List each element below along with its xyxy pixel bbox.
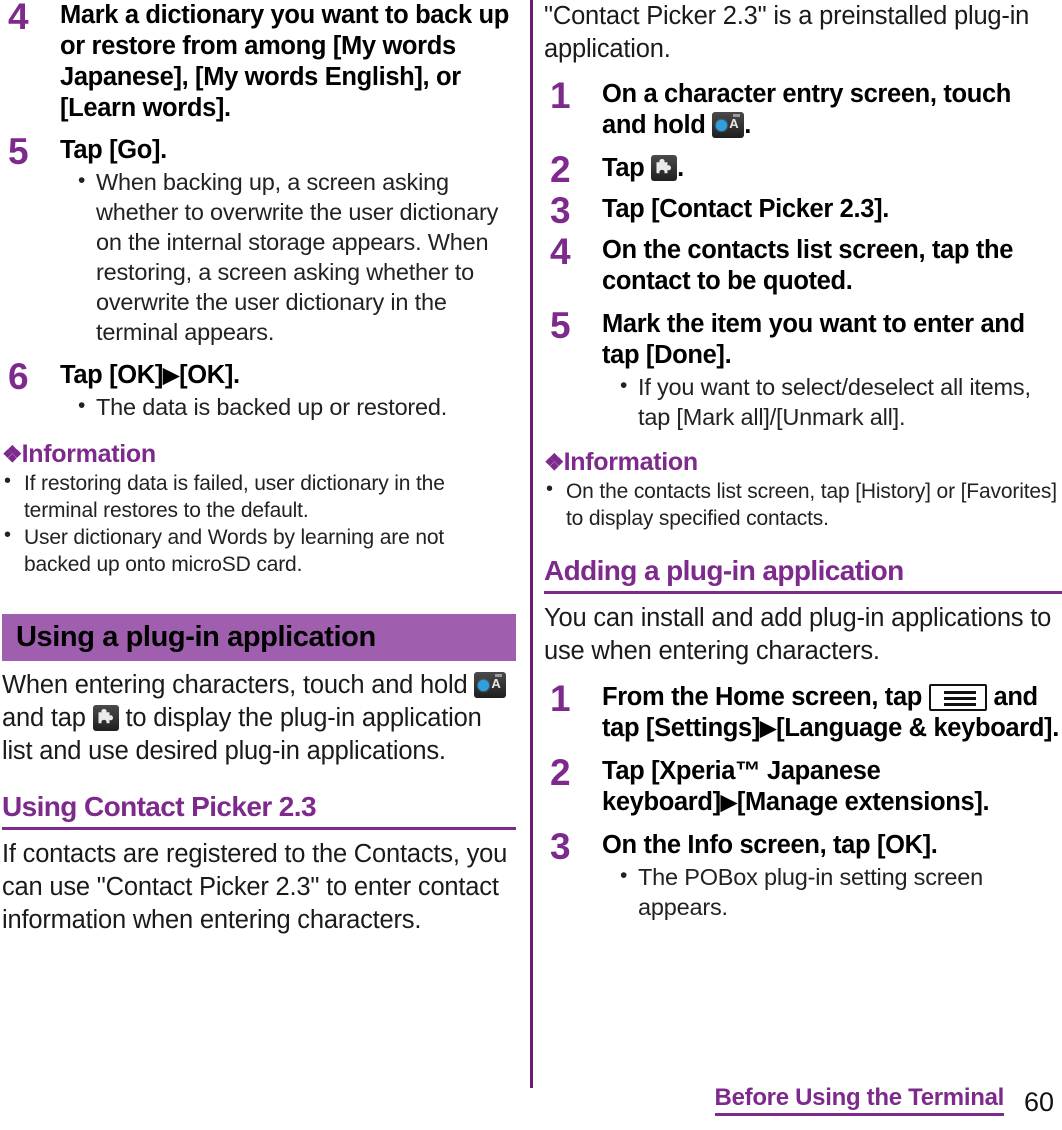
plugin-paragraph-part1: When entering characters, touch and hold — [2, 671, 468, 699]
step-number: 1 — [550, 75, 571, 116]
step-item: 5 Tap [Go]. When backing up, a screen as… — [2, 131, 516, 347]
step-title-post: . — [677, 154, 684, 182]
step-item: 6 Tap [OK]▶[OK]. The data is backed up o… — [2, 356, 516, 422]
information-heading-label: Information — [563, 448, 699, 476]
arrow-icon: ▶ — [162, 364, 180, 387]
step-bullets: When backing up, a screen asking whether… — [60, 166, 516, 347]
contact-picker-paragraph: If contacts are registered to the Contac… — [2, 840, 508, 934]
step-number: 5 — [8, 131, 29, 172]
bullet-item: When backing up, a screen asking whether… — [76, 166, 516, 347]
page-number: 60 — [1023, 1087, 1054, 1117]
arrow-icon: ▶ — [720, 791, 737, 814]
step-item: 5 Mark the item you want to enter and ta… — [544, 305, 1062, 432]
information-list: On the contacts list screen, tap [Histor… — [544, 476, 1062, 532]
plugin-paragraph: When entering characters, touch and hold… — [2, 669, 516, 768]
left-column: 4 Mark a dictionary you want to back up … — [0, 0, 516, 937]
step-title-pre: Tap [OK] — [60, 361, 163, 389]
information-list: If restoring data is failed, user dictio… — [2, 468, 516, 578]
step-title: Tap [Go]. — [60, 136, 167, 164]
information-item: If restoring data is failed, user dictio… — [2, 468, 516, 524]
step-number: 2 — [550, 752, 571, 793]
step-title-post: [OK]. — [179, 361, 240, 389]
right-column: "Contact Picker 2.3" is a preinstalled p… — [544, 0, 1062, 922]
step-title: Tap [OK]▶[OK]. — [60, 360, 516, 391]
step-number: 6 — [8, 356, 29, 397]
bullet-item: The data is backed up or restored. — [76, 391, 516, 422]
step-title-pre: From the Home screen, tap — [602, 683, 922, 711]
input-method-switch-icon: A — [474, 672, 507, 698]
information-heading: ❖Information — [2, 440, 516, 469]
step-number: 2 — [550, 149, 571, 190]
intro-paragraph: "Contact Picker 2.3" is a preinstalled p… — [544, 2, 1030, 63]
step-number: 4 — [550, 231, 571, 272]
diamond-icon: ❖ — [544, 449, 565, 475]
step-title: Tap [Contact Picker 2.3]. — [602, 195, 889, 223]
column-divider — [530, 0, 533, 1088]
information-heading-label: Information — [21, 440, 157, 468]
subsection-heading: Adding a plug-in application — [544, 554, 1062, 594]
puzzle-plugin-icon — [651, 155, 678, 181]
puzzle-plugin-icon — [92, 705, 119, 731]
step-item: 2 Tap [Xperia™ Japanese keyboard]▶[Manag… — [544, 752, 1062, 818]
page-footer: Before Using the Terminal 60 — [0, 1082, 1062, 1126]
diamond-icon: ❖ — [2, 441, 23, 467]
plugin-paragraph-part2: and tap — [2, 704, 86, 732]
step-title: On the Info screen, tap [OK]. — [602, 831, 938, 859]
step-item: 2 Tap . — [544, 151, 1062, 189]
step-title: Tap . — [602, 153, 1062, 184]
information-item: User dictionary and Words by learning ar… — [2, 522, 516, 578]
step-number: 5 — [550, 305, 571, 346]
step-number: 3 — [550, 826, 571, 867]
step-title: On a character entry screen, touch and h… — [602, 79, 1062, 141]
step-bullets: If you want to select/deselect all items… — [602, 371, 1062, 432]
step-title: On the contacts list screen, tap the con… — [602, 236, 1014, 295]
footer-chapter-label: Before Using the Terminal — [714, 1084, 1004, 1116]
step-number: 3 — [550, 190, 571, 231]
subsection-heading: Using Contact Picker 2.3 — [2, 790, 516, 830]
step-title-post: [Manage extensions]. — [736, 788, 990, 816]
step-title: From the Home screen, tap and tap [Setti… — [602, 682, 1062, 744]
step-item: 1 From the Home screen, tap and tap [Set… — [544, 678, 1062, 744]
arrow-icon: ▶ — [760, 717, 777, 740]
manual-page: 4 Mark a dictionary you want to back up … — [0, 0, 1062, 1130]
step-number: 4 — [8, 0, 29, 37]
input-method-switch-icon: A — [712, 112, 745, 138]
step-title-pre: On a character entry screen, touch and h… — [602, 80, 1012, 139]
step-title: Mark a dictionary you want to back up or… — [60, 1, 509, 122]
section-banner-heading: Using a plug-in application — [2, 614, 516, 661]
bullet-item: The POBox plug-in setting screen appears… — [618, 861, 1062, 922]
step-item: 4 On the contacts list screen, tap the c… — [544, 231, 1062, 297]
step-title: Tap [Xperia™ Japanese keyboard]▶[Manage … — [602, 756, 1062, 818]
bullet-item: If you want to select/deselect all items… — [618, 371, 1062, 432]
step-bullets: The POBox plug-in setting screen appears… — [602, 861, 1062, 922]
information-heading: ❖Information — [544, 448, 1062, 477]
step-title-pre: Tap — [602, 154, 645, 182]
step-title-post: [Language & keyboard]. — [776, 714, 1059, 742]
step-title-post: . — [744, 111, 751, 139]
step-title: Mark the item you want to enter and tap … — [602, 310, 1025, 369]
menu-key-icon — [928, 684, 987, 711]
step-item: 1 On a character entry screen, touch and… — [544, 75, 1062, 141]
information-item: On the contacts list screen, tap [Histor… — [544, 476, 1062, 532]
step-item: 3 On the Info screen, tap [OK]. The POBo… — [544, 826, 1062, 922]
step-bullets: The data is backed up or restored. — [60, 391, 516, 422]
step-number: 1 — [550, 678, 571, 719]
step-item: 3 Tap [Contact Picker 2.3]. — [544, 192, 1062, 230]
adding-paragraph: You can install and add plug-in applicat… — [544, 604, 1052, 665]
step-item: 4 Mark a dictionary you want to back up … — [2, 0, 516, 124]
